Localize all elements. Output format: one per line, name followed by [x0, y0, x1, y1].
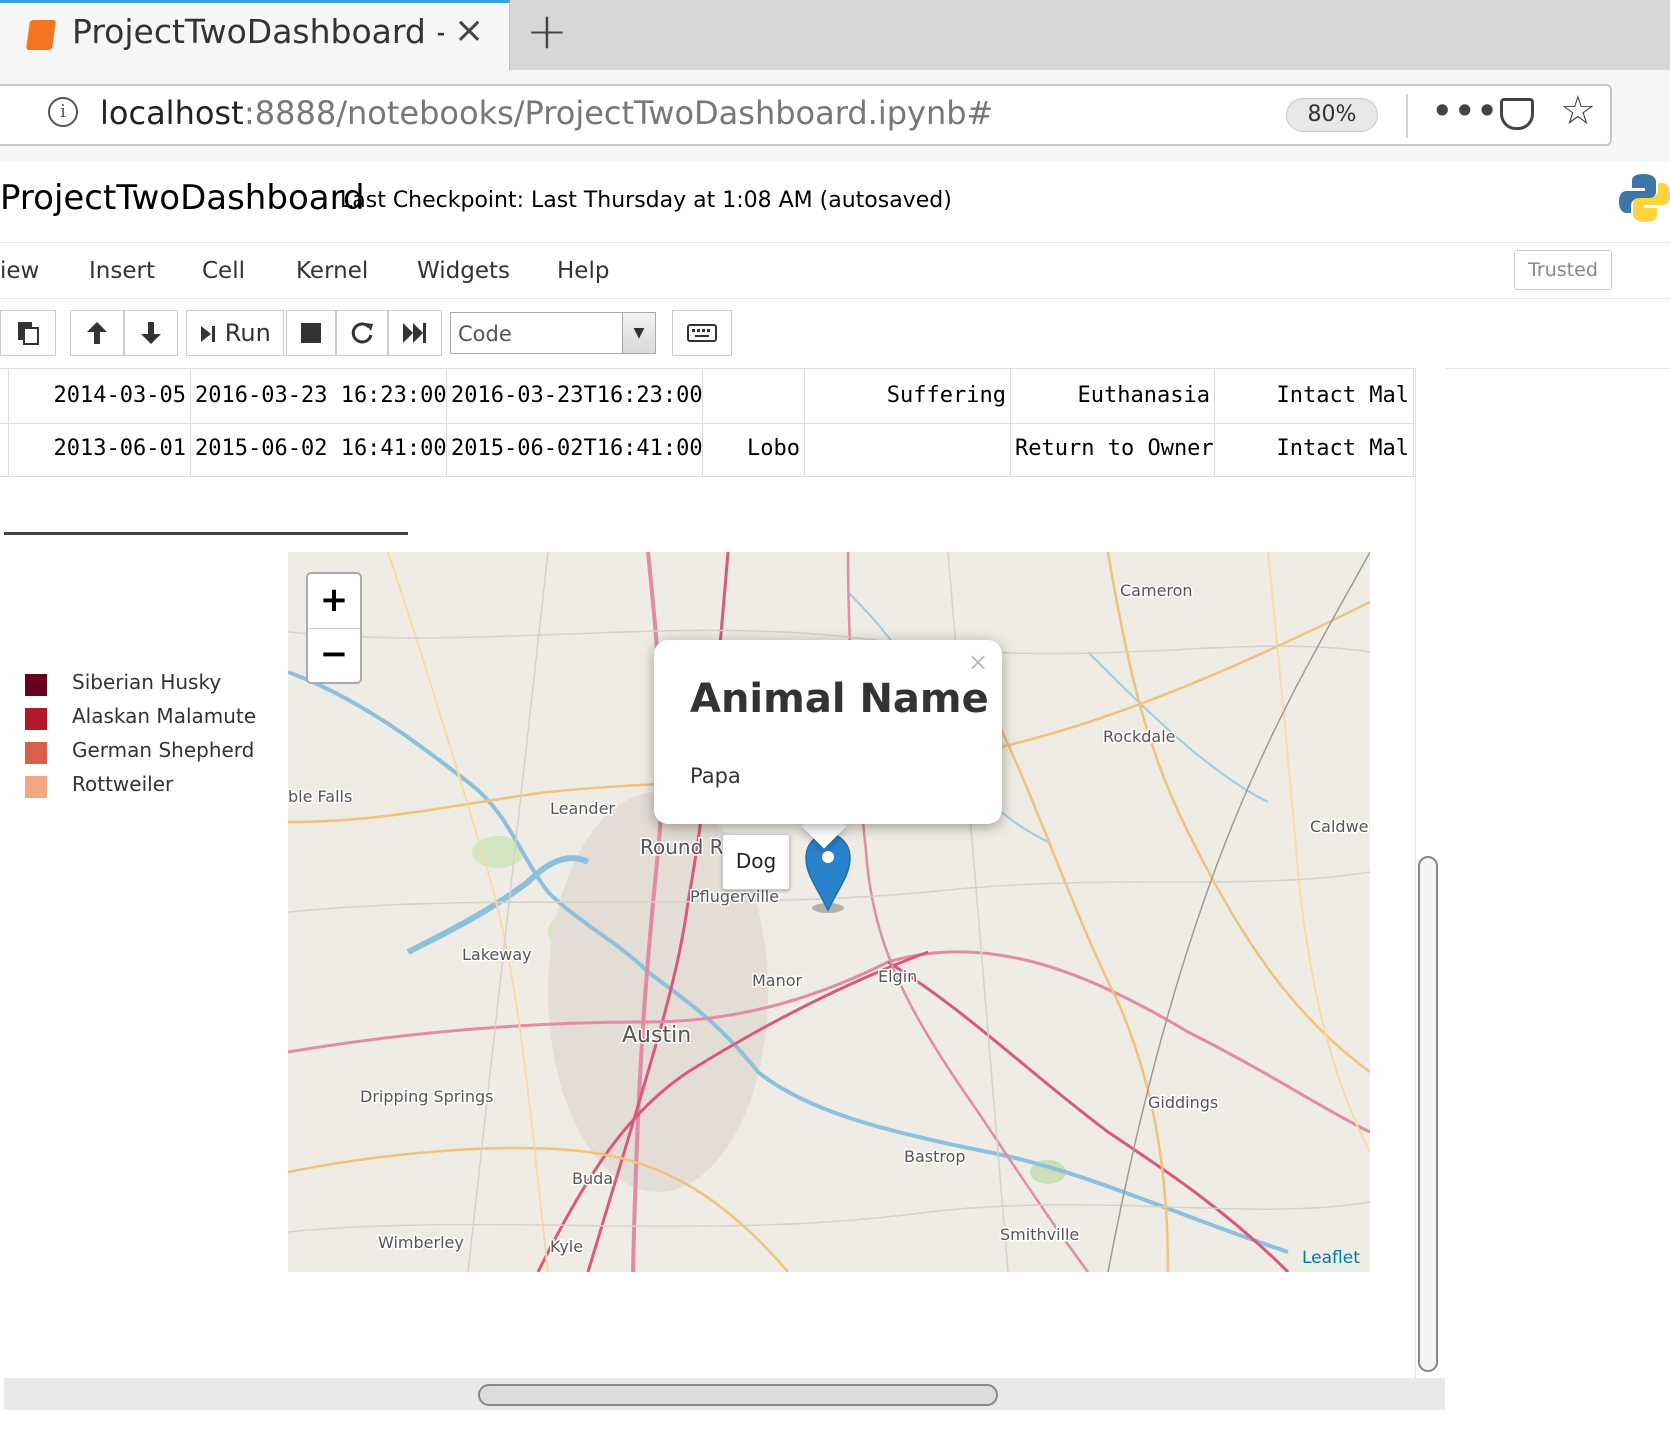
- legend-label: German Shepherd: [72, 738, 255, 762]
- table-cell: 2014-03-05: [8, 369, 190, 423]
- place-label: Rockdale: [1103, 727, 1176, 746]
- url-host[interactable]: localhost: [100, 94, 244, 132]
- vertical-scroll-thumb[interactable]: [1418, 856, 1438, 1372]
- place-label: Lakeway: [462, 945, 532, 964]
- legend-swatch: [25, 674, 47, 696]
- new-tab-button[interactable]: +: [526, 2, 568, 60]
- place-label: Dripping Springs: [360, 1087, 493, 1106]
- move-up-icon: [87, 322, 107, 344]
- marker-tooltip: Dog: [722, 834, 790, 890]
- place-label: Elgin: [878, 967, 917, 986]
- menu-kernel[interactable]: Kernel: [296, 258, 368, 284]
- zoom-out-button[interactable]: −: [308, 628, 360, 682]
- toolbar-divider: [1406, 94, 1408, 138]
- python-logo-icon: [1619, 174, 1670, 222]
- info-icon[interactable]: i: [48, 97, 78, 127]
- legend-label: Rottweiler: [72, 772, 174, 796]
- place-label: Leander: [550, 799, 615, 818]
- pocket-icon[interactable]: [1500, 98, 1534, 130]
- interrupt-button[interactable]: [286, 310, 336, 356]
- place-label: Caldwe: [1310, 817, 1369, 836]
- legend-swatch: [25, 708, 47, 730]
- notebook-name[interactable]: ProjectTwoDashboard: [0, 178, 365, 218]
- menu-help[interactable]: Help: [557, 258, 609, 284]
- legend-swatch: [25, 776, 47, 798]
- place-label: Kyle: [550, 1237, 583, 1256]
- jupyter-tab-icon: [25, 20, 57, 50]
- menu-widgets[interactable]: Widgets: [417, 258, 510, 284]
- map-attribution-link[interactable]: Leaflet: [1302, 1248, 1360, 1268]
- table-cell: 2015-06-02 16:41:00: [190, 422, 446, 476]
- move-up-button[interactable]: [70, 310, 124, 356]
- place-label: Smithville: [1000, 1225, 1079, 1244]
- table-cell: Suffering: [804, 369, 1010, 423]
- run-button[interactable]: Run: [186, 310, 284, 356]
- zoom-in-button[interactable]: +: [308, 574, 360, 629]
- move-down-icon: [141, 322, 161, 344]
- place-label: Round R: [640, 835, 724, 859]
- keyboard-icon: [687, 324, 717, 342]
- legend-swatch: [25, 742, 47, 764]
- table-cell: 2013-06-01: [8, 422, 190, 476]
- fast-forward-icon: [403, 323, 426, 343]
- place-label: Buda: [572, 1169, 613, 1188]
- paste-icon: [18, 322, 39, 345]
- table-cell: [804, 422, 1010, 476]
- place-label: Bastrop: [904, 1147, 966, 1166]
- table-cell: Return to Owner: [1010, 422, 1214, 476]
- place-label: Wimberley: [378, 1233, 464, 1252]
- menu-view[interactable]: iew: [0, 258, 39, 284]
- table-cell: [702, 369, 804, 423]
- place-label: ble Falls: [288, 787, 352, 806]
- table-cell: Intact Mal: [1214, 369, 1414, 423]
- restart-icon: [351, 322, 373, 344]
- zoom-level-badge[interactable]: 80%: [1286, 98, 1378, 132]
- table-cell: 2015-06-02T16:41:00: [446, 422, 702, 476]
- popup-title: Animal Name: [690, 676, 989, 722]
- trusted-indicator[interactable]: Trusted: [1514, 250, 1612, 290]
- page-actions-icon[interactable]: •••: [1432, 92, 1499, 130]
- chevron-down-icon[interactable]: ▼: [622, 313, 655, 353]
- cell-type-value: Code: [458, 322, 512, 346]
- place-label: Giddings: [1148, 1093, 1218, 1112]
- table-cell: Lobo: [702, 422, 804, 476]
- popup-close-icon[interactable]: ×: [968, 648, 988, 676]
- table-row: 2013-06-01 2015-06-02 16:41:00 2015-06-0…: [0, 422, 1415, 477]
- url-path[interactable]: :8888/notebooks/ProjectTwoDashboard.ipyn…: [244, 94, 993, 132]
- map-zoom-control: + −: [306, 572, 362, 684]
- place-label: Cameron: [1120, 581, 1193, 600]
- legend-label: Siberian Husky: [72, 670, 222, 694]
- table-cell: Intact Mal: [1214, 422, 1414, 476]
- map-popup: [654, 640, 1002, 824]
- run-label: Run: [224, 319, 271, 347]
- restart-button[interactable]: [336, 310, 388, 356]
- checkpoint-status: Last Checkpoint: Last Thursday at 1:08 A…: [340, 188, 952, 213]
- table-cell: 2016-03-23T16:23:00: [446, 369, 702, 423]
- place-label: Austin: [622, 1023, 691, 1048]
- move-down-button[interactable]: [124, 310, 178, 356]
- menu-bar: [0, 244, 1670, 299]
- run-all-button[interactable]: [388, 310, 442, 356]
- popup-body: Papa: [690, 764, 741, 788]
- tab-title[interactable]: ProjectTwoDashboard - Jupyter Notebook: [72, 12, 444, 51]
- menu-insert[interactable]: Insert: [89, 258, 155, 284]
- legend-label: Alaskan Malamute: [72, 704, 257, 728]
- place-label: Manor: [752, 971, 803, 990]
- horizontal-scroll-thumb[interactable]: [478, 1384, 998, 1406]
- table-cell: Euthanasia: [1010, 369, 1214, 423]
- run-icon: [201, 326, 216, 342]
- table-row: 2014-03-05 2016-03-23 16:23:00 2016-03-2…: [0, 368, 1415, 424]
- divider: [4, 532, 408, 535]
- stop-icon: [301, 323, 321, 343]
- command-palette-button[interactable]: [672, 310, 732, 356]
- paste-button[interactable]: [0, 310, 56, 356]
- table-cell: 2016-03-23 16:23:00: [190, 369, 446, 423]
- bookmark-star-icon[interactable]: ☆: [1560, 88, 1596, 134]
- menu-cell[interactable]: Cell: [202, 258, 245, 284]
- tab-close-icon[interactable]: ×: [454, 10, 484, 51]
